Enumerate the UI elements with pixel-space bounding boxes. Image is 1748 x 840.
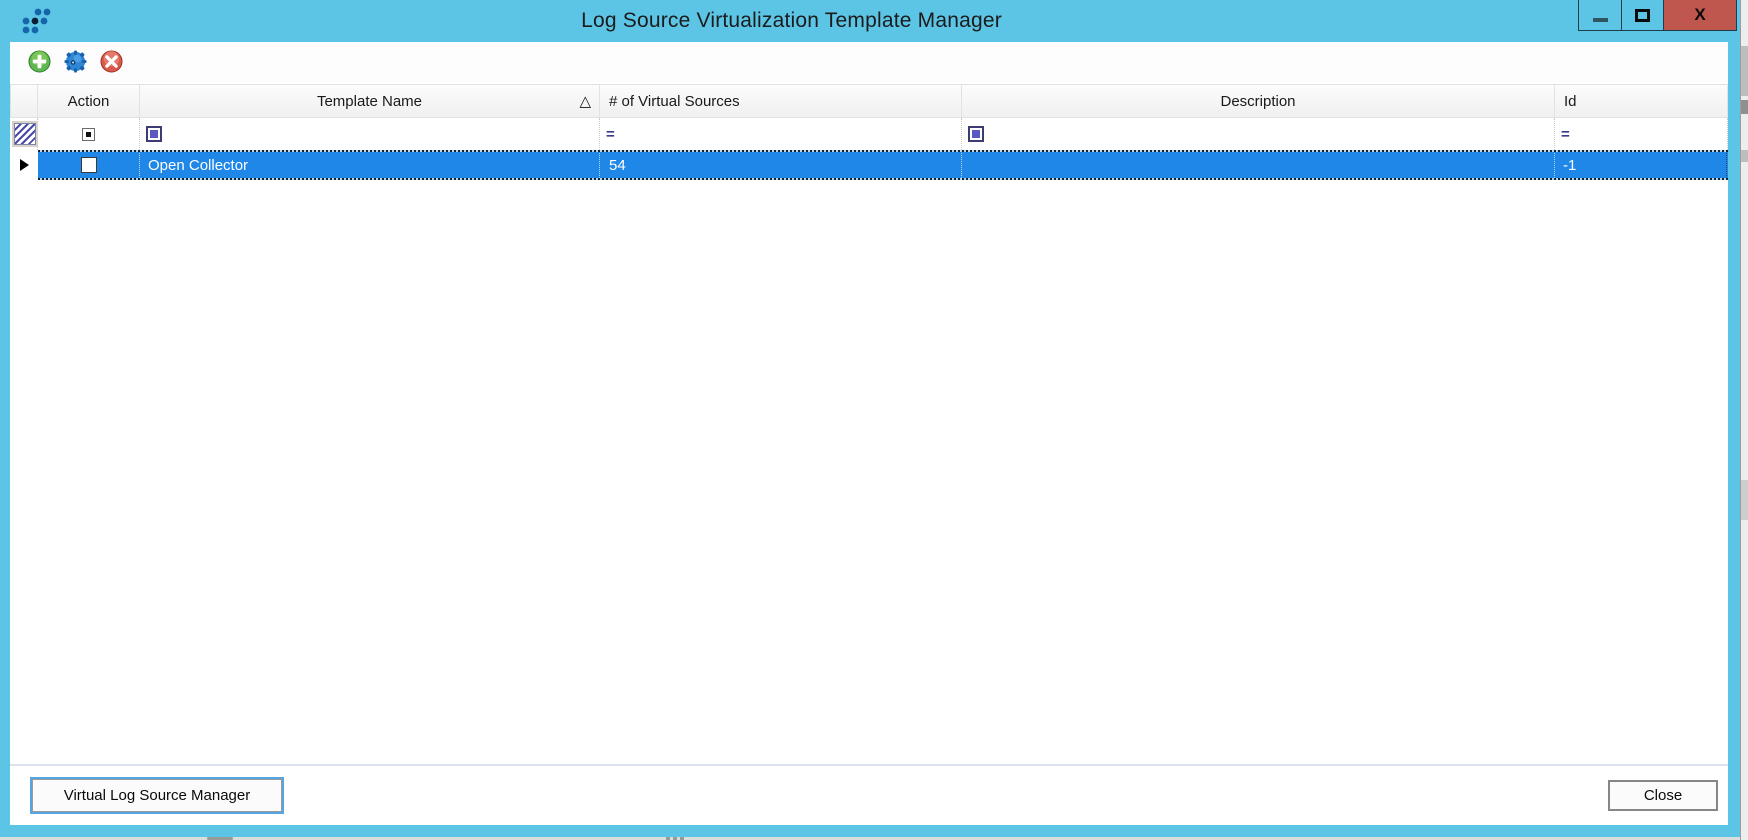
screen: Log Source Virtualization Template Manag… bbox=[0, 0, 1748, 840]
filter-id-cell[interactable]: = bbox=[1555, 118, 1728, 150]
sort-ascending-icon: △ bbox=[579, 92, 591, 110]
checked-checkbox-icon bbox=[146, 126, 162, 142]
close-window-button[interactable]: X bbox=[1663, 0, 1736, 30]
indeterminate-checkbox-icon bbox=[82, 128, 95, 141]
column-header-id[interactable]: Id bbox=[1555, 84, 1728, 118]
description-cell bbox=[962, 150, 1555, 180]
action-cell bbox=[38, 150, 140, 180]
equals-filter-icon: = bbox=[1561, 127, 1570, 142]
add-template-button[interactable] bbox=[28, 50, 51, 73]
gear-icon bbox=[64, 50, 86, 72]
column-header-template-name[interactable]: Template Name △ bbox=[140, 84, 600, 118]
equals-filter-icon: = bbox=[606, 127, 615, 142]
delete-template-button[interactable] bbox=[100, 50, 123, 73]
footer-divider bbox=[10, 764, 1728, 766]
column-header-description[interactable]: Description bbox=[962, 84, 1555, 118]
toolbar bbox=[10, 42, 1728, 82]
dialog-window: Log Source Virtualization Template Manag… bbox=[0, 0, 1740, 837]
grid-header-row: Action Template Name △ # of Virtual Sour… bbox=[10, 84, 1728, 118]
background-fragment bbox=[1741, 150, 1748, 162]
virtual-log-source-manager-button[interactable]: Virtual Log Source Manager bbox=[32, 779, 282, 812]
column-header-action[interactable]: Action bbox=[38, 84, 140, 118]
background-fragment bbox=[1741, 100, 1748, 114]
id-cell: -1 bbox=[1555, 150, 1727, 180]
filter-virtual-sources-cell[interactable]: = bbox=[600, 118, 962, 150]
window-title: Log Source Virtualization Template Manag… bbox=[0, 0, 1583, 42]
maximize-button[interactable] bbox=[1621, 0, 1663, 30]
minimize-button[interactable] bbox=[1579, 0, 1621, 30]
filter-action-cell[interactable] bbox=[38, 118, 140, 150]
maximize-icon bbox=[1635, 9, 1650, 22]
close-button[interactable]: Close bbox=[1608, 780, 1718, 811]
clear-filter-icon bbox=[14, 123, 36, 145]
clear-filter-cell[interactable] bbox=[10, 118, 38, 150]
background-fragment bbox=[1741, 480, 1748, 520]
row-indicator-cell bbox=[10, 150, 38, 180]
grid-filter-row: = = bbox=[10, 118, 1728, 150]
filter-description-cell[interactable] bbox=[962, 118, 1555, 150]
template-grid: Action Template Name △ # of Virtual Sour… bbox=[10, 84, 1728, 180]
background-fragment bbox=[1741, 46, 1748, 96]
close-icon: X bbox=[1694, 5, 1705, 25]
title-bar: Log Source Virtualization Template Manag… bbox=[0, 0, 1740, 42]
minimize-icon bbox=[1593, 18, 1608, 22]
window-controls: X bbox=[1578, 0, 1737, 31]
window-body: Action Template Name △ # of Virtual Sour… bbox=[10, 42, 1728, 825]
template-name-cell: Open Collector bbox=[140, 150, 600, 180]
checked-checkbox-icon bbox=[968, 126, 984, 142]
table-row[interactable]: Open Collector 54 -1 bbox=[10, 150, 1728, 180]
filter-template-name-cell[interactable] bbox=[140, 118, 600, 150]
column-header-virtual-sources[interactable]: # of Virtual Sources bbox=[600, 84, 962, 118]
virtual-sources-cell: 54 bbox=[600, 150, 962, 180]
current-row-arrow-icon bbox=[20, 159, 29, 171]
selected-row[interactable]: Open Collector 54 -1 bbox=[38, 150, 1728, 180]
background-window-edge bbox=[1740, 0, 1748, 840]
action-checkbox[interactable] bbox=[81, 157, 97, 173]
properties-button[interactable] bbox=[64, 50, 87, 73]
row-indicator-header bbox=[10, 84, 38, 118]
